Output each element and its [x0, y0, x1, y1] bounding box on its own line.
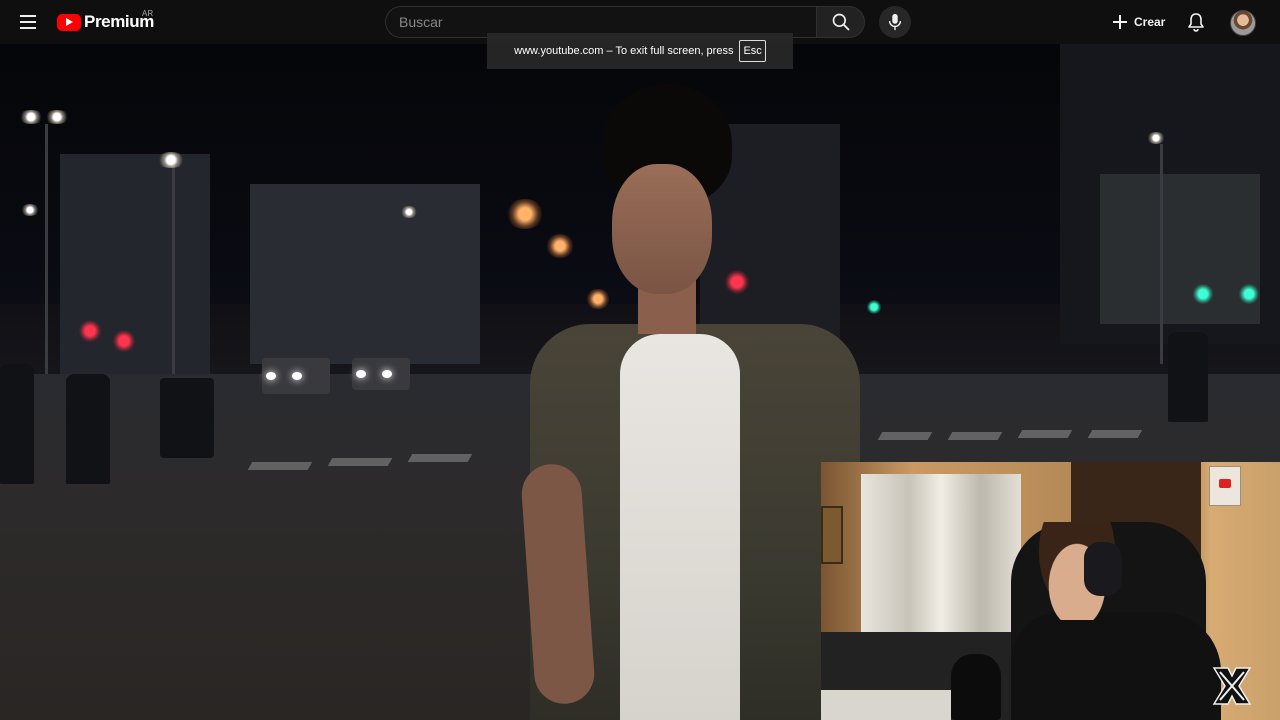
video-scene-headlight — [266, 372, 276, 380]
video-scene-lamp — [1146, 132, 1166, 144]
video-scene-headlight — [292, 372, 302, 380]
youtube-premium-logo[interactable]: Premium AR — [57, 9, 154, 32]
esc-key-hint: Esc — [739, 40, 766, 62]
video-scene-lamp — [18, 110, 44, 124]
user-avatar[interactable] — [1230, 10, 1256, 36]
video-scene-crosswalk — [1017, 430, 1073, 438]
microphone-icon — [888, 13, 902, 31]
video-scene-crosswalk — [947, 432, 1003, 440]
video-scene-traffic-light — [1192, 284, 1214, 304]
video-scene-pedestrian — [66, 374, 110, 484]
fullscreen-exit-notice: www.youtube.com – To exit full screen, p… — [487, 33, 793, 69]
video-scene-crosswalk — [1087, 430, 1143, 438]
logo-region-code: AR — [142, 9, 154, 18]
video-scene-crosswalk — [407, 454, 473, 462]
video-scene-traffic-light — [112, 330, 136, 352]
video-scene-crosswalk — [327, 458, 393, 466]
video-scene-headlight — [382, 370, 392, 378]
video-scene-headlight — [356, 370, 366, 378]
video-scene-lamppost — [1160, 144, 1163, 364]
video-scene-lamp — [400, 206, 418, 218]
webcam-curtain — [861, 474, 1021, 652]
fullscreen-notice-text: www.youtube.com – To exit full screen, p… — [514, 45, 734, 57]
video-scene-building — [1100, 174, 1260, 324]
video-scene-building — [250, 184, 480, 364]
search-icon — [832, 13, 849, 31]
notifications-button[interactable] — [1182, 8, 1210, 36]
youtube-play-button-plaque — [1209, 466, 1241, 506]
video-scene-crosswalk — [877, 432, 933, 440]
hamburger-menu-icon[interactable] — [14, 8, 42, 36]
singer-tshirt — [620, 334, 740, 720]
search-button[interactable] — [816, 6, 865, 38]
video-scene-crosswalk — [247, 462, 313, 470]
video-scene-traffic-light — [1238, 284, 1260, 304]
video-scene-building — [60, 154, 210, 384]
video-scene-pedestrian — [1168, 332, 1208, 422]
streamer-webcam-overlay — [821, 462, 1280, 720]
headset-icon — [1084, 542, 1122, 596]
video-scene-trash-bin — [160, 378, 214, 458]
video-scene-pedestrian — [0, 364, 34, 484]
create-button[interactable]: Crear — [1104, 6, 1173, 38]
streamer-microphone — [951, 654, 1001, 720]
video-scene-traffic-light — [78, 320, 102, 342]
youtube-play-icon — [57, 13, 81, 31]
plus-icon — [1113, 15, 1127, 29]
channel-x-logo-icon — [1212, 667, 1252, 705]
video-scene-lamp — [156, 152, 186, 168]
create-label: Crear — [1134, 15, 1166, 29]
webcam-picture-frame — [821, 506, 843, 564]
streamer-body — [1011, 612, 1221, 720]
video-scene-singer — [519, 84, 870, 720]
bell-icon — [1188, 13, 1204, 32]
webcam-desk — [821, 690, 951, 720]
voice-search-button[interactable] — [879, 6, 911, 38]
video-scene-lamp — [44, 110, 70, 124]
singer-face — [612, 164, 712, 294]
video-scene-lamp — [20, 204, 40, 216]
